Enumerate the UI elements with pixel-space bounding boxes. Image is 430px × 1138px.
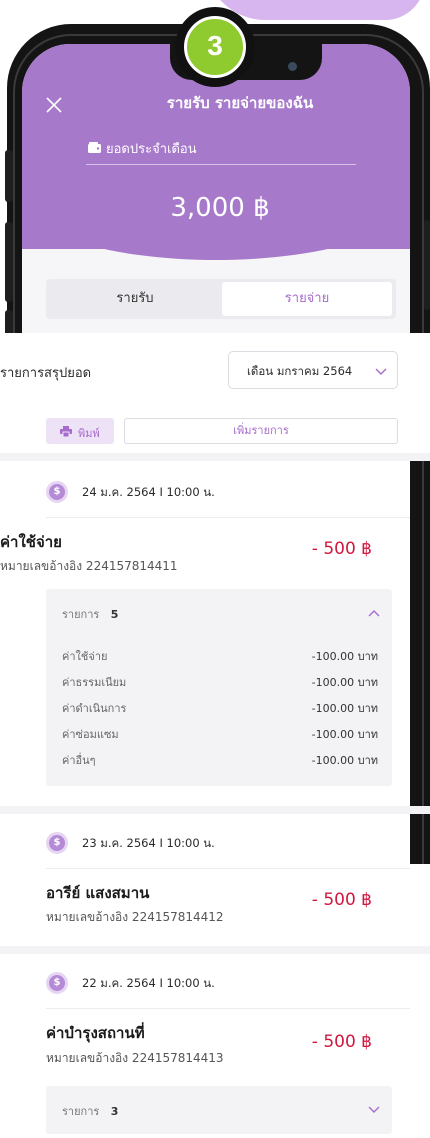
coin-icon: $ [46, 972, 68, 994]
detail-item-value: -100.00 บาท [311, 754, 378, 767]
chevron-down-icon[interactable] [368, 1106, 380, 1114]
details-count: 5 [110, 608, 119, 621]
section-separator [0, 453, 430, 461]
detail-item-label: ค่าดำเนินการ [62, 702, 127, 715]
transaction-title: ค่าบำรุงสถานที่ [46, 1024, 145, 1042]
balance-label: ยอดประจำเดือน [106, 142, 197, 157]
detail-item-value: -100.00 บาท [311, 702, 378, 715]
section-separator [0, 946, 430, 954]
print-button[interactable]: พิมพ์ [46, 418, 114, 444]
section-separator [0, 806, 430, 814]
printer-icon [60, 426, 72, 437]
transaction-card: $ 23 ม.ค. 2564 I 10:00 น. อารีย์ แสงสมาน… [0, 814, 410, 946]
card-divider [46, 517, 410, 518]
summary-label: รายการสรุปยอด [0, 366, 92, 381]
detail-item-value: -100.00 บาท [311, 650, 378, 663]
tab-bar: รายรับ รายจ่าย [46, 279, 396, 319]
transaction-amount: - 500 ฿ [311, 539, 372, 559]
details-count: 3 [110, 1105, 119, 1118]
details-header[interactable]: รายการ 5 [62, 605, 118, 623]
coin-icon: $ [46, 481, 68, 503]
page-title: รายรับ รายจ่ายของฉัน [166, 94, 314, 112]
month-select-value: เดือน มกราคม 2564 [247, 364, 353, 378]
tab-income[interactable]: รายรับ [50, 282, 220, 316]
detail-item-label: ค่าใช้จ่าย [62, 650, 108, 663]
chevron-down-icon [375, 368, 387, 375]
card-divider [46, 1008, 410, 1009]
phone-side-button [424, 220, 430, 310]
transaction-details: รายการ 3 [46, 1086, 392, 1134]
transaction-amount: - 500 ฿ [311, 1032, 372, 1052]
phone-side-button [5, 222, 13, 302]
details-header[interactable]: รายการ 3 [62, 1102, 118, 1120]
print-label: พิมพ์ [78, 427, 100, 440]
transaction-reference: หมายเลขอ้างอิง 224157814412 [46, 910, 224, 924]
transaction-reference: หมายเลขอ้างอิง 224157814413 [46, 1051, 224, 1065]
transaction-card: $ 22 ม.ค. 2564 I 10:00 น. ค่าบำรุงสถานที… [0, 954, 410, 1138]
step-badge: 3 [184, 16, 246, 78]
transaction-title: อารีย์ แสงสมาน [46, 884, 150, 902]
month-select[interactable]: เดือน มกราคม 2564 [228, 351, 398, 389]
wallet-icon [88, 142, 101, 153]
tab-expense[interactable]: รายจ่าย [222, 282, 392, 316]
detail-item-label: ค่าอื่นๆ [62, 754, 96, 767]
transaction-details: รายการ 5 ค่าใช้จ่าย -100.00 บาท ค่าธรรมเ… [46, 589, 392, 786]
detail-item-value: -100.00 บาท [311, 676, 378, 689]
coin-icon: $ [46, 832, 68, 854]
transaction-date: 22 ม.ค. 2564 I 10:00 น. [82, 976, 215, 990]
transaction-title: ค่าใช้จ่าย [0, 533, 62, 551]
transaction-date: 23 ม.ค. 2564 I 10:00 น. [82, 836, 215, 850]
details-label: รายการ [62, 1105, 100, 1118]
details-label: รายการ [62, 608, 100, 621]
transaction-reference: หมายเลขอ้างอิง 224157814411 [0, 559, 178, 573]
close-icon[interactable] [44, 95, 64, 115]
transaction-amount: - 500 ฿ [311, 890, 372, 910]
chevron-up-icon[interactable] [368, 609, 380, 617]
detail-item-label: ค่าซ่อมแซม [62, 728, 119, 741]
camera-icon [288, 62, 297, 71]
balance-amount: 3,000 ฿ [170, 193, 270, 223]
transaction-card: $ 24 ม.ค. 2564 I 10:00 น. ค่าใช้จ่าย หมา… [0, 461, 410, 806]
transaction-date: 24 ม.ค. 2564 I 10:00 น. [82, 485, 215, 499]
phone-side-button [5, 150, 13, 202]
add-item-button[interactable]: เพิ่มรายการ [124, 418, 398, 444]
balance-divider [86, 164, 356, 165]
detail-item-value: -100.00 บาท [311, 728, 378, 741]
detail-item-label: ค่าธรรมเนียม [62, 676, 127, 689]
card-divider [46, 868, 410, 869]
